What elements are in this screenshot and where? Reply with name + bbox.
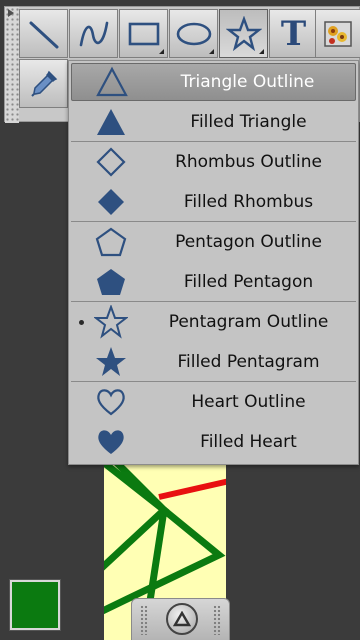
- filled-pentagram-icon: [93, 344, 129, 380]
- menu-item-heart-outline[interactable]: Heart Outline: [69, 382, 358, 422]
- pentagram-outline-icon: [93, 304, 129, 340]
- menu-item-filled-rhombus[interactable]: Filled Rhombus: [69, 182, 358, 222]
- ellipse-tool-button[interactable]: [169, 9, 218, 58]
- handle-grip: [213, 605, 221, 635]
- bottom-handle[interactable]: [131, 598, 230, 640]
- menu-item-filled-heart[interactable]: Filled Heart: [69, 422, 358, 462]
- grip-arrow-icon: [8, 9, 14, 17]
- filled-triangle-icon: [93, 104, 129, 140]
- text-icon: T: [280, 13, 307, 54]
- rhombus-outline-icon: [93, 144, 129, 180]
- submenu-corner-icon: [159, 49, 164, 54]
- freehand-curve-icon: [79, 21, 108, 46]
- menu-item-label: Filled Triangle: [190, 112, 307, 132]
- menu-item-label: Pentagon Outline: [175, 232, 322, 252]
- filled-pentagon-icon: [93, 264, 129, 300]
- heart-outline-icon: [93, 384, 129, 420]
- image-tool-button[interactable]: [315, 9, 360, 58]
- freehand-tool-button[interactable]: [69, 9, 118, 58]
- star-icon: [225, 15, 262, 51]
- menu-item-label: Filled Pentagram: [177, 352, 320, 372]
- menu-item-label: Filled Pentagon: [183, 272, 314, 292]
- eyedropper-tool-button[interactable]: [19, 59, 68, 108]
- line-icon: [29, 21, 58, 48]
- menu-item-label: Heart Outline: [191, 392, 306, 412]
- menu-item-pentagram-outline[interactable]: Pentagram Outline: [69, 302, 358, 342]
- submenu-corner-icon: [209, 49, 214, 54]
- shape-menu: Triangle Outline Filled Triangle Rhombus…: [68, 60, 359, 465]
- menu-item-pentagon-outline[interactable]: Pentagon Outline: [69, 222, 358, 262]
- menu-item-filled-triangle[interactable]: Filled Triangle: [69, 102, 358, 142]
- toolbar-grip[interactable]: [5, 7, 19, 123]
- current-color-swatch[interactable]: [9, 579, 61, 631]
- shape-tool-button[interactable]: [219, 9, 268, 58]
- handle-grip: [140, 605, 148, 635]
- ellipse-icon: [176, 22, 211, 45]
- menu-item-label: Filled Heart: [200, 432, 297, 452]
- line-tool-button[interactable]: [19, 9, 68, 58]
- pentagon-outline-icon: [93, 224, 129, 260]
- collapse-up-icon[interactable]: [166, 603, 198, 635]
- submenu-corner-icon: [259, 49, 264, 54]
- rectangle-tool-button[interactable]: [119, 9, 168, 58]
- menu-item-rhombus-outline[interactable]: Rhombus Outline: [69, 142, 358, 182]
- menu-item-filled-pentagon[interactable]: Filled Pentagon: [69, 262, 358, 302]
- filled-rhombus-icon: [93, 184, 129, 220]
- menu-item-filled-pentagram[interactable]: Filled Pentagram: [69, 342, 358, 382]
- menu-item-triangle-outline[interactable]: Triangle Outline: [71, 63, 356, 101]
- menu-item-label: Pentagram Outline: [168, 312, 329, 332]
- image-icon: [324, 20, 352, 47]
- menu-item-label: Filled Rhombus: [183, 192, 314, 212]
- eyedropper-icon: [30, 70, 57, 97]
- rectangle-icon: [128, 22, 159, 45]
- selected-bullet-icon: [79, 320, 84, 325]
- menu-item-label: Triangle Outline: [180, 72, 315, 92]
- text-tool-button[interactable]: T: [269, 9, 318, 58]
- triangle-outline-icon: [94, 64, 130, 100]
- menu-item-label: Rhombus Outline: [175, 152, 322, 172]
- filled-heart-icon: [93, 424, 129, 460]
